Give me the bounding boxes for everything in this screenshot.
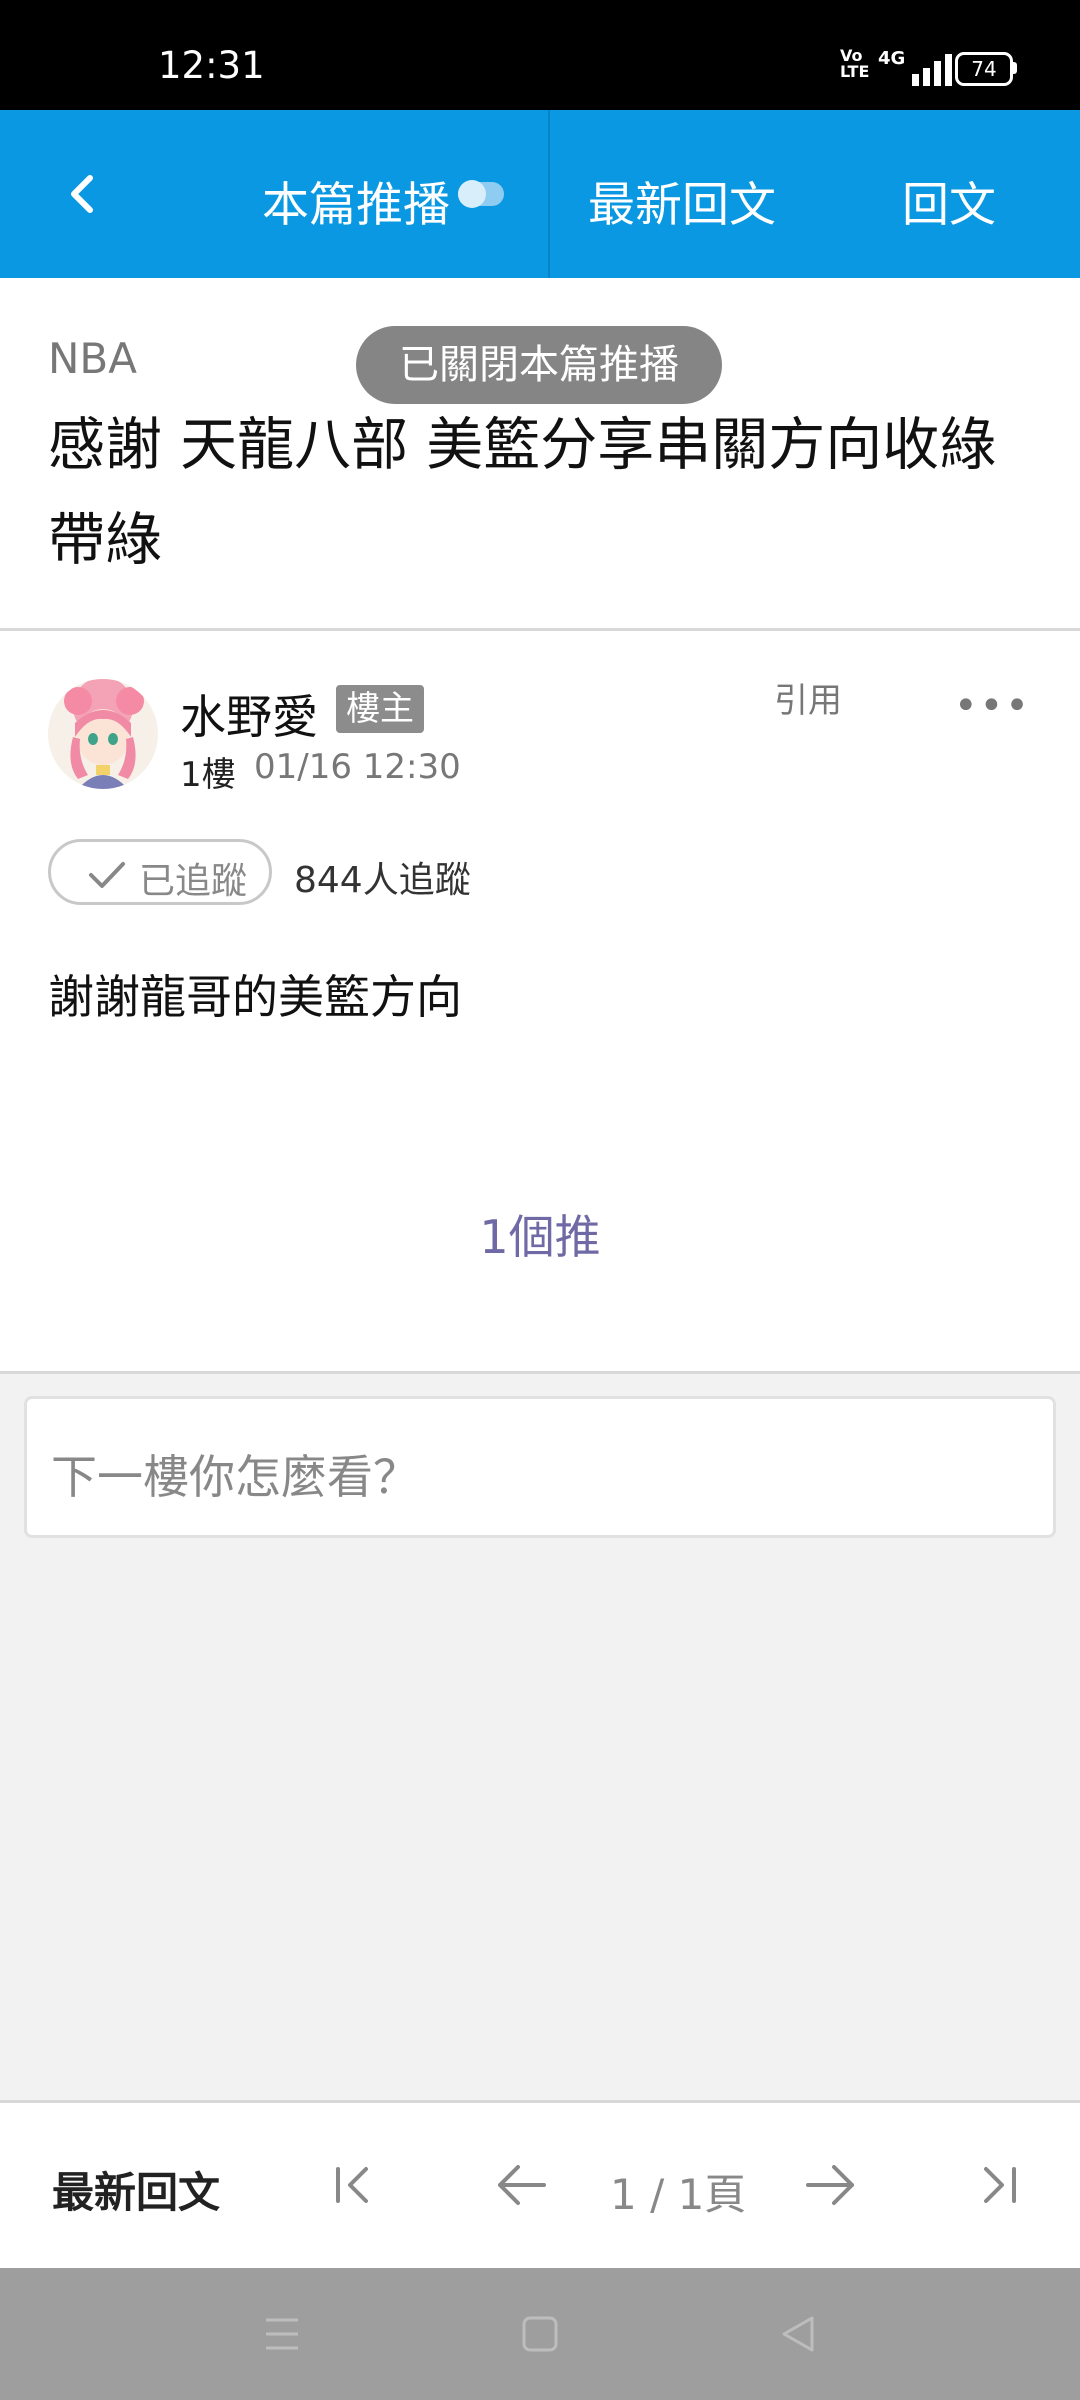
arrow-right-icon xyxy=(806,2165,854,2205)
network-type: 4G xyxy=(878,48,906,69)
arrow-left-icon xyxy=(498,2165,546,2205)
author-name[interactable]: 水野愛 xyxy=(180,681,318,747)
more-options-button[interactable]: ••• xyxy=(954,683,1031,729)
push-toggle-label[interactable]: 本篇推播 xyxy=(262,166,450,235)
thread-title: 感謝 天龍八部 美籃分享串關方向收綠帶綠 xyxy=(48,412,997,573)
bottom-toolbar: 最新回文 1 / 1頁 xyxy=(0,2100,1080,2268)
last-page-icon xyxy=(984,2167,1016,2203)
signal-icon xyxy=(912,52,958,86)
first-page-icon xyxy=(336,2167,368,2203)
op-badge: 樓主 xyxy=(336,685,424,733)
comment-input[interactable]: 下一樓你怎麼看？ xyxy=(24,1396,1056,1538)
avatar-image xyxy=(48,679,158,789)
triangle-back-icon xyxy=(782,2316,814,2352)
floor-number: 1樓 xyxy=(180,755,236,795)
quote-button[interactable]: 引用 xyxy=(774,673,842,722)
chevron-left-icon xyxy=(71,175,93,213)
page-indicator[interactable]: 1 / 1頁 xyxy=(610,2161,746,2222)
bottom-latest-replies-button[interactable]: 最新回文 xyxy=(52,2159,220,2220)
avatar[interactable] xyxy=(48,679,158,789)
menu-icon xyxy=(266,2318,298,2350)
top-bar: 本篇推播 最新回文 回文 xyxy=(0,110,1080,278)
back-button[interactable] xyxy=(58,168,110,220)
board-name[interactable]: NBA xyxy=(48,334,137,383)
latest-replies-button[interactable]: 最新回文 xyxy=(588,166,776,235)
next-page-button[interactable] xyxy=(800,2155,860,2215)
recents-button[interactable] xyxy=(262,2312,302,2360)
toast-message: 已關閉本篇推播 xyxy=(356,326,722,404)
battery-level: 74 xyxy=(971,57,997,81)
battery-tip xyxy=(1012,62,1017,74)
push-count[interactable]: 1個推 xyxy=(0,1201,1080,1267)
follow-label: 已追蹤 xyxy=(139,861,248,902)
follow-button[interactable]: 已追蹤 xyxy=(48,839,272,905)
status-time: 12:31 xyxy=(158,44,265,87)
follow-count: 844人追蹤 xyxy=(294,860,471,901)
post-card: 水野愛 樓主 1樓 01/16 12:30 引用 ••• 已追蹤 844人追蹤 … xyxy=(0,631,1080,1374)
comment-placeholder: 下一樓你怎麼看？ xyxy=(51,1450,419,1504)
home-square-icon xyxy=(522,2316,558,2352)
system-back-button[interactable] xyxy=(778,2312,818,2360)
top-bar-divider xyxy=(548,110,550,278)
battery-icon: 74 xyxy=(955,52,1013,86)
post-content: 謝謝龍哥的美籃方向 xyxy=(48,970,462,1024)
reply-button[interactable]: 回文 xyxy=(902,166,996,235)
check-icon xyxy=(89,862,125,888)
volte-label: Vo LTE xyxy=(840,46,870,81)
home-button[interactable] xyxy=(520,2312,560,2360)
post-time: 01/16 12:30 xyxy=(254,747,461,787)
status-bar: 12:31 Vo LTE 4G 74 xyxy=(0,0,1080,110)
push-toggle-knob xyxy=(458,180,486,208)
system-navigation-bar xyxy=(0,2268,1080,2400)
prev-page-button[interactable] xyxy=(492,2155,552,2215)
last-page-button[interactable] xyxy=(968,2155,1028,2215)
volte-indicator: Vo LTE xyxy=(840,48,869,80)
first-page-button[interactable] xyxy=(324,2155,384,2215)
